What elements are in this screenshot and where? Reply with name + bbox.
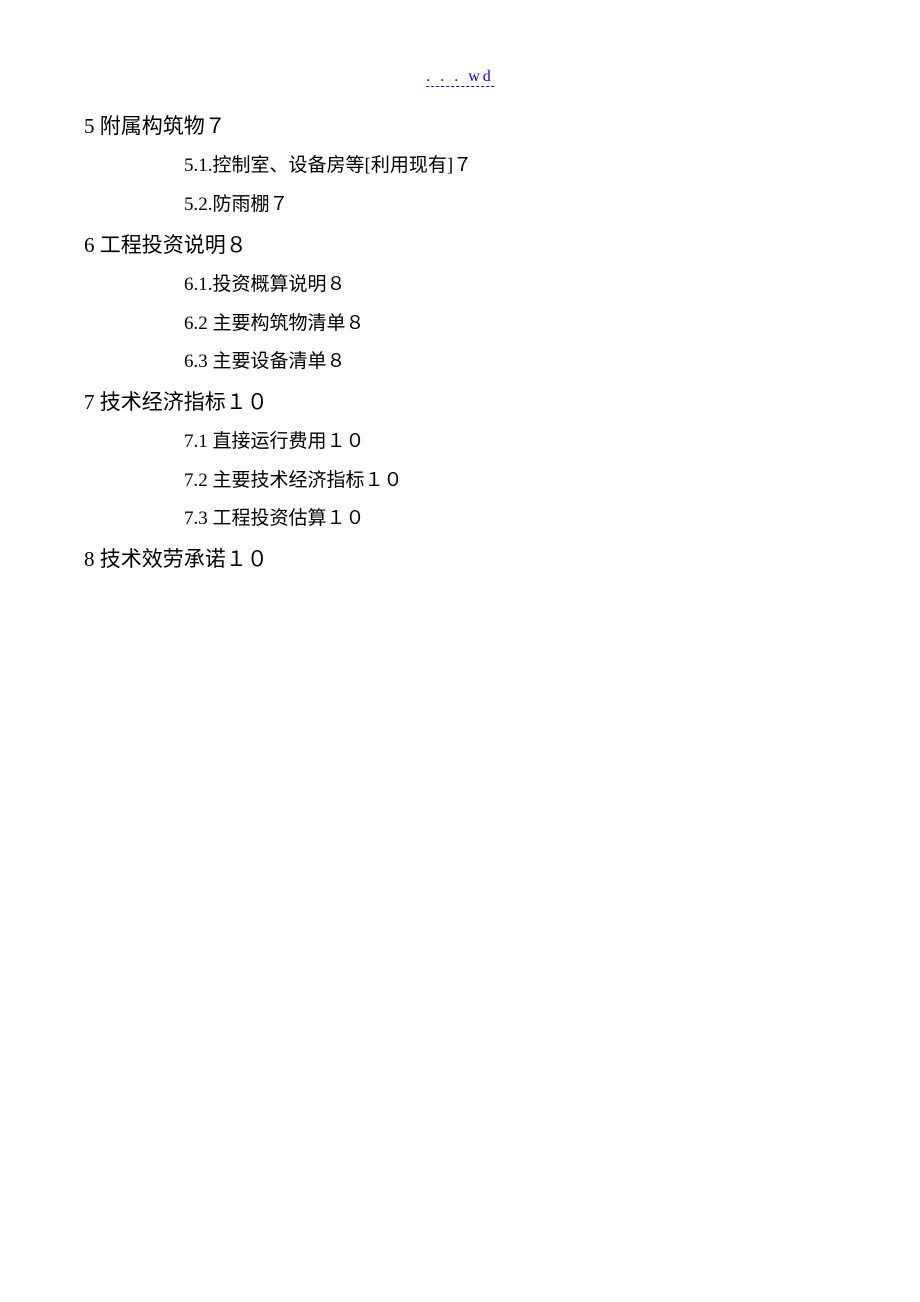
toc-sub-7-2: 7.2 主要技术经济指标１０ bbox=[84, 468, 836, 495]
toc-sub-7-3: 7.3 工程投资估算１０ bbox=[84, 506, 836, 533]
toc-section-6: 6 工程投资说明８ 6.1.投资概算说明８ 6.2 主要构筑物清单８ 6.3 主… bbox=[84, 231, 836, 376]
toc-main-5: 5 附属构筑物７ bbox=[84, 112, 836, 141]
header-link: . . . wd bbox=[426, 68, 494, 86]
toc-main-8: 8 技术效劳承诺１０ bbox=[84, 545, 836, 574]
toc-sub-5-2: 5.2.防雨棚７ bbox=[84, 192, 836, 219]
toc-section-7: 7 技术经济指标１０ 7.1 直接运行费用１０ 7.2 主要技术经济指标１０ 7… bbox=[84, 388, 836, 533]
toc-sub-6-1: 6.1.投资概算说明８ bbox=[84, 272, 836, 299]
toc-main-6: 6 工程投资说明８ bbox=[84, 231, 836, 260]
toc-main-7: 7 技术经济指标１０ bbox=[84, 388, 836, 417]
toc-section-8: 8 技术效劳承诺１０ bbox=[84, 545, 836, 574]
toc-sub-6-3: 6.3 主要设备清单８ bbox=[84, 349, 836, 376]
toc-sub-6-2: 6.2 主要构筑物清单８ bbox=[84, 311, 836, 338]
toc-sub-7-1: 7.1 直接运行费用１０ bbox=[84, 429, 836, 456]
toc-content: 5 附属构筑物７ 5.1.控制室、设备房等[利用现有]７ 5.2.防雨棚７ 6 … bbox=[84, 112, 836, 580]
toc-sub-5-1: 5.1.控制室、设备房等[利用现有]７ bbox=[84, 153, 836, 180]
toc-section-5: 5 附属构筑物７ 5.1.控制室、设备房等[利用现有]７ 5.2.防雨棚７ bbox=[84, 112, 836, 219]
wd-link[interactable]: . . . wd bbox=[426, 68, 494, 87]
